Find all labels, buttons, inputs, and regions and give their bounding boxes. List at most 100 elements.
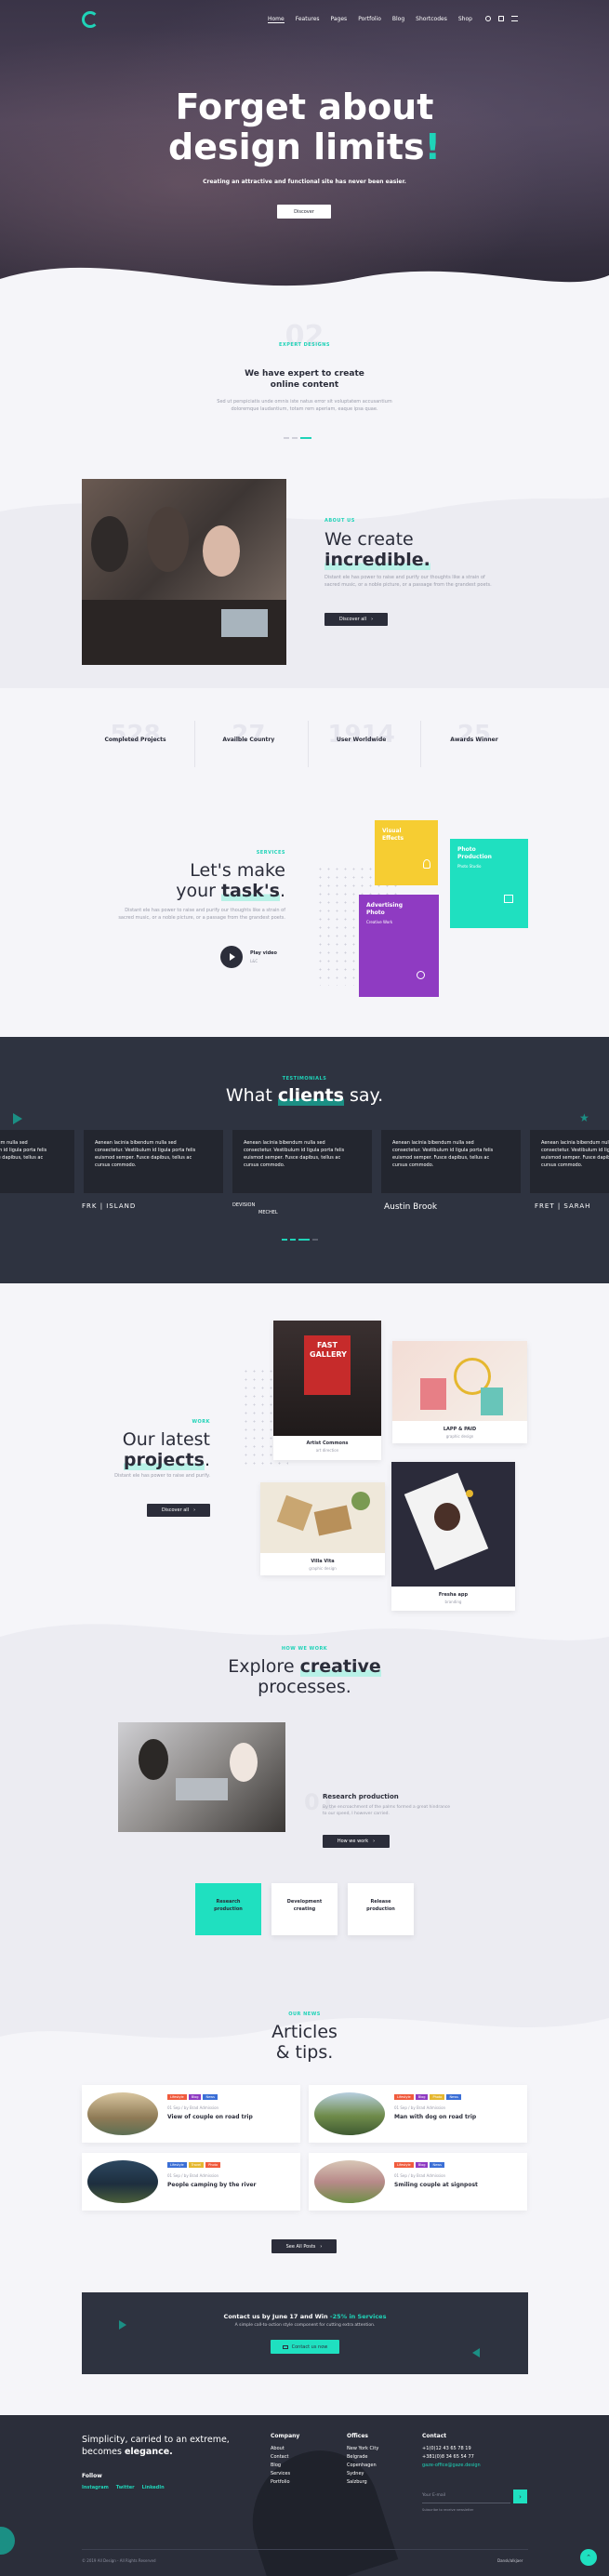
project-card-lapp-paid[interactable]: LAPP & PAID graphic design (392, 1341, 527, 1443)
article-card[interactable]: Lifestyle Blog Photo News 01 Sep / by Brad … (309, 2085, 527, 2143)
service-card-advertising[interactable]: Advertising Photo Creative Work (359, 895, 439, 997)
process-tab-line1: Release (370, 1899, 391, 1905)
about-discover-button[interactable]: Discover all › (324, 613, 388, 626)
intro-slider-dots[interactable] (284, 437, 311, 439)
social-twitter[interactable]: Twitter (116, 2485, 135, 2490)
projects-discover-button[interactable]: Discover all › (147, 1504, 210, 1517)
article-tag[interactable]: Lifestyle (167, 2162, 187, 2168)
see-all-posts-button[interactable]: See All Posts › (271, 2239, 337, 2253)
menu-icon[interactable] (511, 16, 518, 21)
article-tag[interactable]: Blog (415, 2162, 429, 2168)
newsletter-submit-button[interactable]: › (513, 2490, 527, 2503)
nav-item-shortcodes[interactable]: Shortcodes (416, 16, 447, 23)
article-title[interactable]: Man with dog on road trip (394, 2114, 476, 2120)
project-image: FAST GALLERY (273, 1321, 381, 1436)
footer-link-contact[interactable]: Contact (271, 2453, 299, 2462)
project-sub: graphic design (309, 1566, 337, 1571)
hero-discover-label: Discover (294, 208, 314, 215)
project-card-villa-vita[interactable]: Villa Vita graphic design (260, 1482, 385, 1575)
image-icon (504, 895, 513, 903)
projects-eyebrow: WORK (192, 1419, 210, 1425)
article-title[interactable]: Smiling couple at signpost (394, 2182, 478, 2188)
article-tag[interactable]: Blog (188, 2094, 202, 2100)
footer-phone[interactable]: +381(0)8 34 65 54 77 (422, 2453, 481, 2462)
project-title: Fresha app (438, 1592, 469, 1598)
play-video-button[interactable] (220, 946, 243, 968)
service-card-photo[interactable]: Photo Production Photo Studio (450, 839, 528, 928)
article-tag[interactable]: News (446, 2094, 461, 2100)
article-title[interactable]: View of couple on road trip (167, 2114, 253, 2120)
footer-language[interactable]: Dansk/alkjaer (497, 2558, 523, 2563)
testimonial-slider-dots[interactable] (282, 1239, 318, 1241)
testimonial-card[interactable]: Aenean lacinia bibendum nulla sed consect… (0, 1130, 74, 1193)
article-tag[interactable]: Photo (205, 2162, 221, 2168)
process-tab-development[interactable]: Development creating (271, 1883, 338, 1935)
hero-discover-button[interactable]: Discover (277, 205, 331, 219)
article-tag[interactable]: Lifestyle (394, 2162, 414, 2168)
article-tag[interactable]: Photo (430, 2094, 445, 2100)
social-linkedin[interactable]: LinkedIn (142, 2485, 165, 2490)
nav-item-blog[interactable]: Blog (392, 16, 404, 23)
testimonials-title: What clients say. (0, 1085, 609, 1106)
nav-item-pages[interactable]: Pages (331, 16, 348, 23)
hero-title-mark: ! (424, 126, 441, 167)
lightbulb-icon (423, 859, 430, 869)
intro-title-line1: We have expert to create (245, 369, 364, 378)
article-tag[interactable]: News (430, 2162, 444, 2168)
arrow-icon: › (373, 1839, 376, 1844)
hero-wave (0, 267, 609, 309)
process-tab-research[interactable]: Research production (195, 1883, 261, 1935)
service-card-sub: Photo Studio (457, 864, 482, 869)
article-tag[interactable]: Lifestyle (167, 2094, 187, 2100)
testimonial-card[interactable]: Aenean lacinia bibendum nulla sed consect… (530, 1130, 609, 1193)
social-instagram[interactable]: Instagram (82, 2485, 109, 2490)
newsletter-email-input[interactable]: Your E-mail (422, 2490, 510, 2503)
nav-item-home[interactable]: Home (268, 16, 285, 23)
footer-link-services[interactable]: Services (271, 2470, 299, 2478)
article-card[interactable]: Lifestyle Blog News 01 Sep / by Brad Admis… (309, 2153, 527, 2211)
article-thumb (87, 2160, 158, 2203)
article-tag[interactable]: Travel (188, 2162, 205, 2168)
footer-email[interactable]: gaze-office@gaze.design (422, 2462, 481, 2470)
project-card-fresha-app[interactable]: Fresha app branding (391, 1462, 515, 1611)
cart-icon[interactable] (498, 16, 504, 21)
article-tag[interactable]: Blog (415, 2094, 429, 2100)
nav-item-shop[interactable]: Shop (458, 16, 472, 23)
search-icon[interactable] (485, 16, 491, 21)
article-card[interactable]: Lifestyle Blog News 01 Sep / by Brad Admis… (82, 2085, 300, 2143)
process-title: Explore creative processes. (0, 1656, 609, 1697)
footer-tagline-hl: elegance. (124, 2447, 173, 2457)
step-title: Research production (323, 1793, 399, 1800)
cta-contact-button[interactable]: Contact us now (271, 2340, 339, 2354)
how-we-work-button[interactable]: How we work › (323, 1835, 390, 1848)
testimonial-card[interactable]: Aenean lacinia bibendum nulla sed consect… (232, 1130, 372, 1193)
testimonial-card[interactable]: Aenean lacinia bibendum nulla sed consect… (381, 1130, 521, 1193)
articles-title: Articles & tips. (0, 2022, 609, 2063)
article-tag[interactable]: News (203, 2094, 218, 2100)
testimonial-card[interactable]: Aenean lacinia bibendum nulla sed consect… (84, 1130, 223, 1193)
nav-item-features[interactable]: Features (296, 16, 320, 23)
nav-item-portfolio[interactable]: Portfolio (358, 16, 381, 23)
logo-icon[interactable] (82, 11, 99, 28)
project-image (260, 1482, 385, 1553)
footer-decor-circle (0, 2527, 15, 2555)
article-title[interactable]: People camping by the river (167, 2182, 257, 2188)
article-card[interactable]: Lifestyle Travel Photo 01 Sep / by Brad Ad… (82, 2153, 300, 2211)
footer-company: Company About Contact Blog Services Port… (271, 2432, 299, 2487)
process-eyebrow: HOW WE WORK (281, 1646, 328, 1652)
process-tab-release[interactable]: Release production (348, 1883, 414, 1935)
footer-contact: Contact +1(0)12 43 65 78 19 +381(0)8 34 … (422, 2432, 481, 2470)
back-to-top-button[interactable]: ⌃ (580, 2549, 597, 2566)
about-text: Distant ele has power to raise and purif… (324, 574, 492, 589)
services-title-line2c: . (279, 881, 285, 901)
footer-phone[interactable]: +1(0)12 43 65 78 19 (422, 2445, 481, 2453)
footer-link-blog[interactable]: Blog (271, 2462, 299, 2470)
footer-link-about[interactable]: About (271, 2445, 299, 2453)
footer-office: Salzburg (347, 2479, 367, 2485)
project-card-artist-commons[interactable]: FAST GALLERY Artist Commons art directio… (273, 1321, 381, 1460)
play-video-label[interactable]: Play video (250, 950, 277, 956)
article-tag[interactable]: Lifestyle (394, 2094, 414, 2100)
footer-link-portfolio[interactable]: Portfolio (271, 2478, 299, 2487)
service-card-visual[interactable]: Visual Effects (375, 820, 438, 885)
process-section: HOW WE WORK Explore creative processes. … (0, 1637, 609, 1944)
